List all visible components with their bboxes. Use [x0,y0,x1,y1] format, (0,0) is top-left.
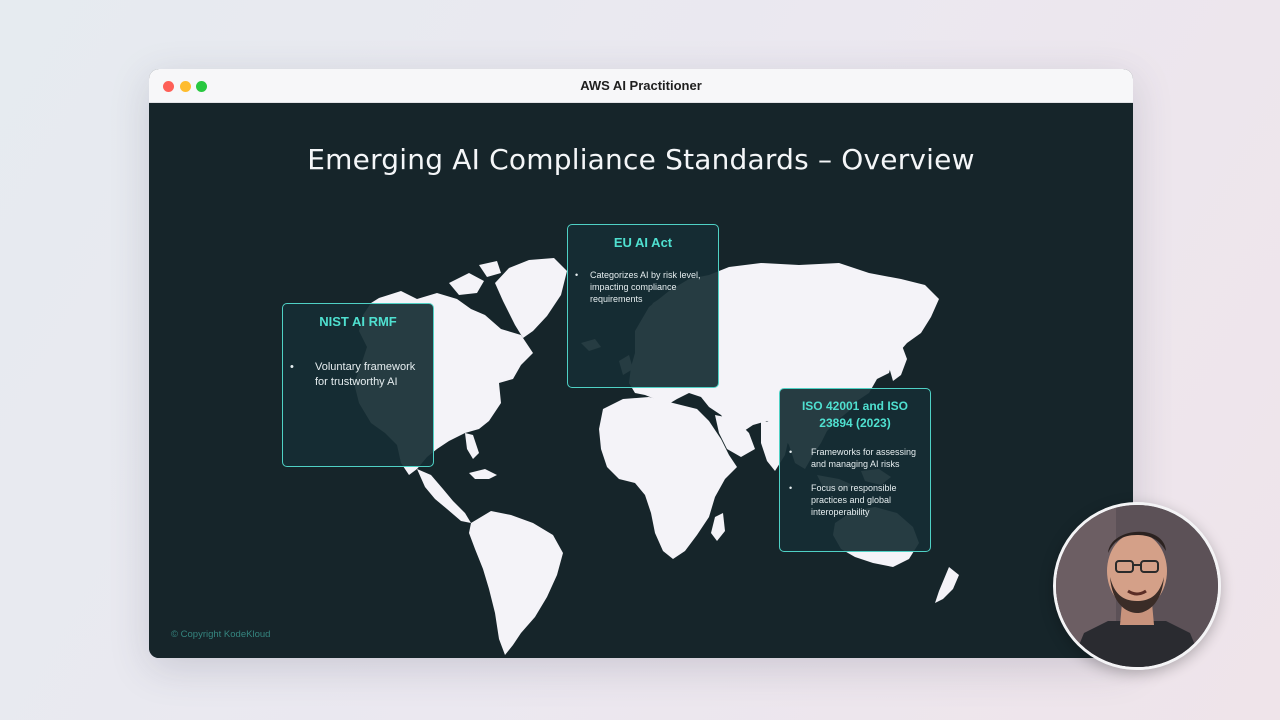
bullet-item: Categorizes AI by risk level, impacting … [568,269,710,305]
nist-ai-rmf-card: NIST AI RMF Voluntary framework for trus… [282,303,434,467]
title-bar: AWS AI Practitioner [149,69,1133,103]
card-bullets: Categorizes AI by risk level, impacting … [568,269,718,305]
eu-ai-act-card: EU AI Act Categorizes AI by risk level, … [567,224,719,388]
window-title: AWS AI Practitioner [580,78,702,93]
slide-title: Emerging AI Compliance Standards – Overv… [307,143,975,176]
card-title: EU AI Act [613,235,673,250]
card-bullets: Voluntary framework for trustworthy AI [283,360,433,390]
bullet-item: Voluntary framework for trustworthy AI [283,360,427,390]
presenter-avatar-icon [1053,502,1221,670]
bullet-item: Focus on responsible practices and globa… [780,482,922,518]
presentation-slide: Emerging AI Compliance Standards – Overv… [149,103,1133,658]
iso-standards-card: ISO 42001 and ISO 23894 (2023) Framework… [779,388,931,552]
card-title: ISO 42001 and ISO 23894 (2023) [801,399,909,430]
card-title: NIST AI RMF [319,314,397,329]
copyright-text: © Copyright KodeKloud [171,629,271,640]
bullet-item: Frameworks for assessing and managing AI… [780,446,922,470]
app-window: AWS AI Practitioner Emerging AI Complian… [149,69,1133,658]
presenter-video-icon [1056,505,1218,667]
card-bullets: Frameworks for assessing and managing AI… [780,446,930,518]
